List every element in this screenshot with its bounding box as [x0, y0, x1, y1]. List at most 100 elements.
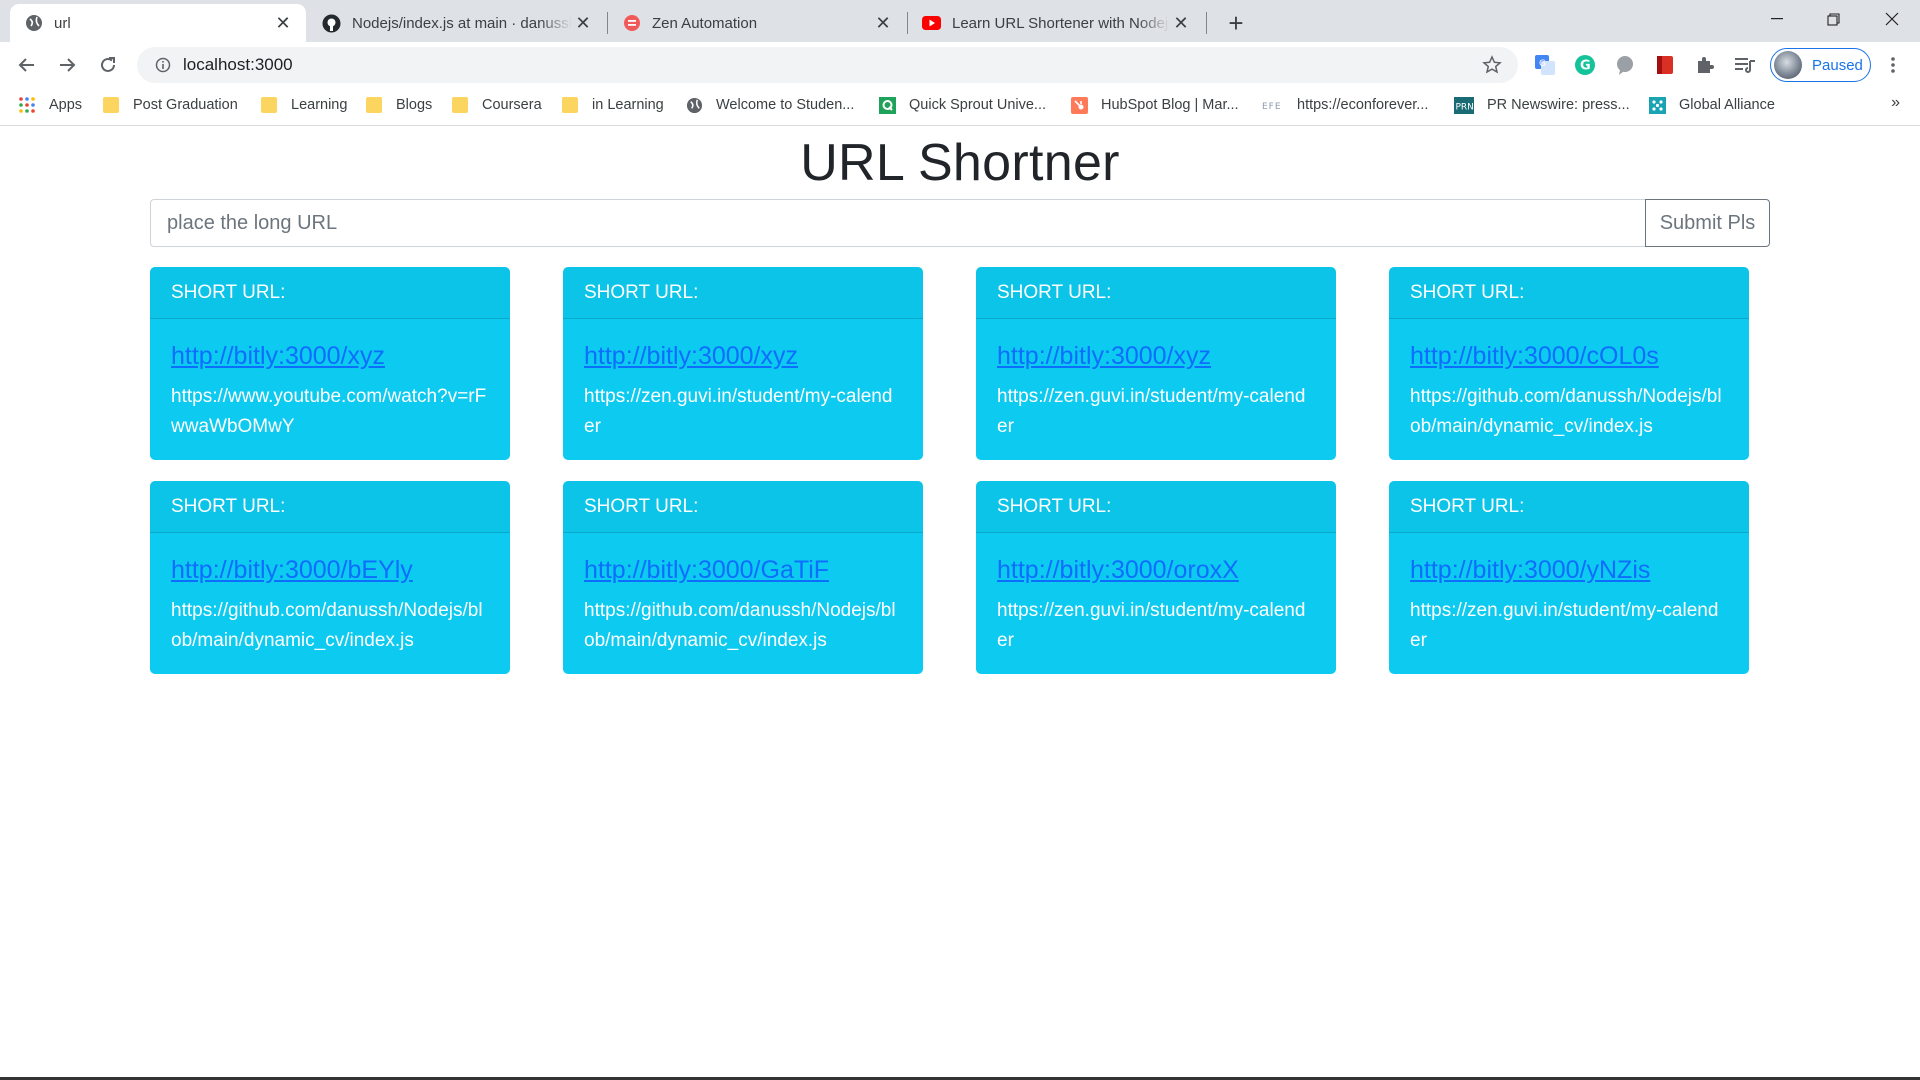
- tab-github[interactable]: Nodejs/index.js at main · danussh/Nodejs…: [308, 4, 606, 42]
- short-url-card: SHORT URL: http://bitly:3000/xyz https:/…: [150, 267, 510, 460]
- github-icon: [322, 14, 341, 33]
- short-url-link[interactable]: http://bitly:3000/cOL0s: [1410, 341, 1728, 371]
- hubspot-icon: [1070, 96, 1088, 114]
- forward-button[interactable]: [51, 49, 83, 81]
- bookmark-in-learning[interactable]: in Learning: [561, 88, 664, 122]
- menu-kebab-icon[interactable]: [1880, 52, 1906, 78]
- minimize-button[interactable]: [1748, 0, 1805, 38]
- quicksprout-icon: [878, 96, 896, 114]
- card-header: SHORT URL:: [976, 481, 1336, 533]
- close-icon[interactable]: ✕: [572, 12, 594, 34]
- folder-icon: [260, 96, 278, 114]
- close-window-button[interactable]: [1863, 0, 1920, 38]
- tab-title: url: [54, 14, 71, 32]
- short-url-link[interactable]: http://bitly:3000/xyz: [997, 341, 1315, 371]
- bookmark-label: Coursera: [482, 97, 542, 113]
- card-header: SHORT URL:: [563, 267, 923, 319]
- short-url-link[interactable]: http://bitly:3000/xyz: [171, 341, 489, 371]
- bookmark-coursera[interactable]: Coursera: [451, 88, 542, 122]
- bookmark-label: Global Alliance: [1679, 97, 1775, 113]
- long-url-text: https://github.com/danussh/Nodejs/blob/m…: [171, 600, 483, 651]
- avatar: [1774, 51, 1802, 79]
- svg-text:G: G: [1580, 59, 1591, 74]
- extension-red-icon[interactable]: [1652, 52, 1678, 78]
- short-url-card: SHORT URL: http://bitly:3000/bEYly https…: [150, 481, 510, 674]
- submit-button[interactable]: Submit Pls: [1645, 199, 1770, 247]
- tab-url[interactable]: url ✕: [10, 4, 306, 42]
- card-header: SHORT URL:: [150, 481, 510, 533]
- tab-title: Nodejs/index.js at main · danussh/Nodejs: [352, 14, 572, 32]
- tab-title: Zen Automation: [652, 14, 758, 32]
- long-url-input[interactable]: [150, 199, 1645, 247]
- bookmarks-bar: Apps Post Graduation Learning Blogs Cour…: [0, 88, 1920, 126]
- bookmark-econforever[interactable]: EFE https://econforever...: [1262, 88, 1428, 122]
- apps-icon: [18, 96, 36, 114]
- bookmark-label: https://econforever...: [1297, 97, 1429, 113]
- tab-strip: url ✕ Nodejs/index.js at main · danussh/…: [0, 0, 1920, 42]
- tab-zen[interactable]: Zen Automation ✕: [608, 4, 906, 42]
- efe-icon: EFE: [1262, 96, 1284, 114]
- bookmark-blogs[interactable]: Blogs: [365, 88, 432, 122]
- long-url-text: https://zen.guvi.in/student/my-calender: [1410, 600, 1719, 651]
- reload-button[interactable]: [92, 49, 124, 81]
- profile-button[interactable]: Paused: [1770, 48, 1871, 82]
- long-url-text: https://zen.guvi.in/student/my-calender: [584, 386, 893, 437]
- close-icon[interactable]: ✕: [872, 12, 894, 34]
- folder-icon: [561, 96, 579, 114]
- short-url-card: SHORT URL: http://bitly:3000/cOL0s https…: [1389, 267, 1749, 460]
- tab-title: Learn URL Shortener with Nodejs: [952, 14, 1170, 32]
- bookmark-label: Learning: [291, 97, 348, 113]
- tab-youtube[interactable]: Learn URL Shortener with Nodejs ✕: [908, 4, 1204, 42]
- close-icon[interactable]: ✕: [1170, 12, 1192, 34]
- bookmark-quick-sprout[interactable]: Quick Sprout Unive...: [878, 88, 1046, 122]
- short-url-link[interactable]: http://bitly:3000/GaTiF: [584, 555, 902, 585]
- bookmark-label: Apps: [49, 97, 83, 113]
- extensions-puzzle-icon[interactable]: [1692, 52, 1718, 78]
- short-url-link[interactable]: http://bitly:3000/yNZis: [1410, 555, 1728, 585]
- card-header: SHORT URL:: [1389, 481, 1749, 533]
- bookmarks-more-button[interactable]: »: [1891, 94, 1900, 112]
- long-url-text: https://github.com/danussh/Nodejs/blob/m…: [1410, 386, 1722, 437]
- long-url-text: https://www.youtube.com/watch?v=rFwwaWbO…: [171, 386, 487, 437]
- close-icon[interactable]: ✕: [272, 12, 294, 34]
- folder-icon: [451, 96, 469, 114]
- bookmark-label: PR Newswire: press...: [1487, 97, 1630, 113]
- restore-button[interactable]: [1805, 0, 1862, 38]
- short-url-link[interactable]: http://bitly:3000/bEYly: [171, 555, 489, 585]
- translate-icon[interactable]: G: [1532, 52, 1558, 78]
- bookmark-label: Post Graduation: [133, 97, 238, 113]
- globe-icon: [24, 14, 43, 33]
- bookmark-hubspot[interactable]: HubSpot Blog | Mar...: [1070, 88, 1239, 122]
- bookmark-apps[interactable]: Apps: [18, 88, 82, 122]
- short-url-link[interactable]: http://bitly:3000/xyz: [584, 341, 902, 371]
- reading-list-icon[interactable]: [1732, 52, 1758, 78]
- bookmark-welcome-student[interactable]: Welcome to Studen...: [685, 88, 854, 122]
- folder-icon: [365, 96, 383, 114]
- global-alliance-icon: [1648, 96, 1666, 114]
- new-tab-button[interactable]: +: [1221, 8, 1251, 38]
- browser-toolbar: localhost:3000 G G Paused: [0, 42, 1920, 88]
- prn-icon: PRN: [1454, 96, 1474, 114]
- bookmark-label: Blogs: [396, 97, 433, 113]
- star-icon[interactable]: [1482, 55, 1502, 80]
- grammarly-icon[interactable]: G: [1572, 52, 1598, 78]
- back-button[interactable]: [11, 49, 43, 81]
- address-bar[interactable]: localhost:3000: [137, 47, 1518, 83]
- long-url-text: https://zen.guvi.in/student/my-calender: [997, 600, 1306, 651]
- bookmark-global-alliance[interactable]: Global Alliance: [1648, 88, 1775, 122]
- bookmark-pr-newswire[interactable]: PRN PR Newswire: press...: [1454, 88, 1630, 122]
- short-url-link[interactable]: http://bitly:3000/oroxX: [997, 555, 1315, 585]
- extension-bubble-icon[interactable]: [1612, 52, 1638, 78]
- profile-label: Paused: [1812, 56, 1863, 74]
- globe-icon: [685, 96, 703, 114]
- bookmark-post-graduation[interactable]: Post Graduation: [102, 88, 238, 122]
- bookmark-label: Welcome to Studen...: [716, 97, 855, 113]
- short-url-card: SHORT URL: http://bitly:3000/xyz https:/…: [563, 267, 923, 460]
- folder-icon: [102, 96, 120, 114]
- card-header: SHORT URL:: [976, 267, 1336, 319]
- card-header: SHORT URL:: [150, 267, 510, 319]
- long-url-text: https://github.com/danussh/Nodejs/blob/m…: [584, 600, 896, 651]
- info-icon[interactable]: [143, 57, 183, 73]
- bookmark-learning[interactable]: Learning: [260, 88, 347, 122]
- page-title: URL Shortner: [800, 134, 1120, 192]
